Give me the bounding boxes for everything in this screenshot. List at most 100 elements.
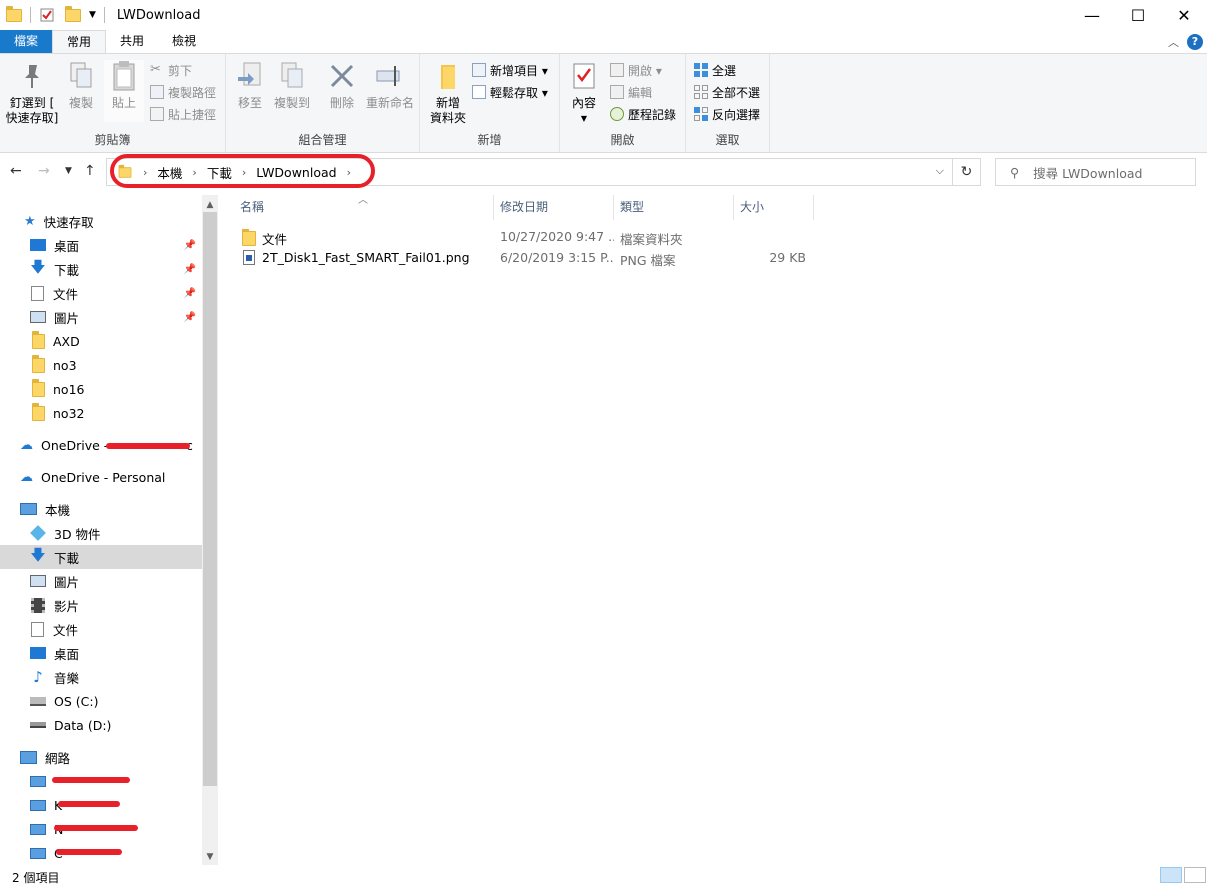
open-button[interactable]: 開啟 ▾ — [610, 60, 662, 80]
nav-pc-drive-d[interactable]: Data (D:) — [0, 713, 202, 737]
paste-shortcut-button[interactable]: 貼上捷徑 — [150, 104, 216, 124]
forward-arrow-icon[interactable]: → — [38, 163, 50, 179]
tab-home[interactable]: 常用 — [52, 30, 107, 53]
paste-shortcut-icon — [150, 107, 164, 121]
cut-button[interactable]: ✂ 剪下 — [150, 60, 192, 80]
nav-pc-pictures[interactable]: 圖片 — [0, 569, 202, 593]
nav-pc-3d-objects[interactable]: 3D 物件 — [0, 521, 202, 545]
help-icon[interactable]: ? — [1187, 34, 1203, 50]
properties-dropdown-icon[interactable]: ▼ — [566, 111, 602, 126]
select-none-button[interactable]: 全部不選 — [694, 82, 760, 102]
pin-quick-access-button[interactable]: 釘選到 [ 快速存取] — [4, 60, 60, 126]
network-icon — [20, 750, 37, 764]
history-label: 歷程記錄 — [628, 107, 677, 122]
nav-quick-no3[interactable]: no3 — [0, 353, 202, 377]
customize-toolbar-chevron-icon[interactable]: ▼ — [89, 10, 96, 20]
copy-path-button[interactable]: 複製路徑 — [150, 82, 216, 102]
properties-check-icon[interactable] — [39, 7, 55, 23]
nav-pc-desktop-label: 桌面 — [54, 646, 80, 662]
copy-icon — [66, 60, 96, 92]
paste-button[interactable]: 貼上 — [104, 60, 144, 122]
nav-quick-no16[interactable]: no16 — [0, 377, 202, 401]
nav-pc-videos[interactable]: 影片 — [0, 593, 202, 617]
up-arrow-icon[interactable]: ↑ — [84, 163, 96, 179]
nav-this-pc-label: 本機 — [45, 502, 71, 518]
close-button[interactable]: ✕ — [1161, 0, 1207, 30]
nav-pc-music[interactable]: ♪ 音樂 — [0, 665, 202, 689]
nav-quick-desktop[interactable]: 桌面 📌 — [0, 233, 202, 257]
cut-label: 剪下 — [168, 63, 193, 78]
large-icons-view-icon[interactable] — [1184, 867, 1206, 883]
nav-quick-axd[interactable]: AXD — [0, 329, 202, 353]
organize-group: 移至 複製到 刪除 重新命名 組合管理 — [226, 54, 420, 152]
file-row[interactable]: 文件 10/27/2020 9:47 ... 檔案資料夾 — [236, 226, 816, 248]
document-icon — [31, 621, 44, 637]
collapse-ribbon-chevron-icon[interactable]: ︿ — [1168, 34, 1179, 50]
column-header-size[interactable]: 大小 — [734, 195, 814, 220]
nav-onedrive-personal[interactable]: ☁ OneDrive - Personal — [0, 465, 202, 489]
scroll-up-icon[interactable]: ▲ — [202, 200, 218, 210]
properties-button[interactable]: 內容 ▼ — [566, 60, 602, 126]
details-view-icon[interactable] — [1160, 867, 1182, 883]
new-item-button[interactable]: 新增項目 ▾ — [472, 60, 548, 80]
nav-quick-no32[interactable]: no32 — [0, 401, 202, 425]
minimize-button[interactable]: — — [1069, 0, 1115, 30]
nav-pc-drive-c[interactable]: OS (C:) — [0, 689, 202, 713]
tab-share[interactable]: 共用 — [106, 30, 158, 53]
nav-pc-pictures-label: 圖片 — [54, 574, 80, 590]
ribbon-tabs: 檔案 常用 共用 檢視 ︿ ? — [0, 30, 1207, 53]
column-header-name[interactable]: 名稱 — [234, 195, 494, 220]
png-file-icon — [243, 250, 255, 265]
nav-quick-no3-label: no3 — [53, 357, 77, 373]
nav-pc-desktop[interactable]: 桌面 — [0, 641, 202, 665]
computer-icon — [30, 823, 46, 835]
navigation-bar: ← → ▼ ↑ › 本機 › 下載 › LWDownload › ⌵ ↻ ⚲ 搜… — [0, 153, 1207, 193]
column-header-date[interactable]: 修改日期 — [494, 195, 614, 220]
new-folder-button[interactable]: 新增 資料夾 — [426, 60, 470, 126]
delete-button[interactable]: 刪除 — [324, 60, 360, 111]
open-group: 內容 ▼ 開啟 ▾ 編輯 歷程記錄 開啟 — [560, 54, 686, 152]
nav-quick-documents[interactable]: 文件 📌 — [0, 281, 202, 305]
copy-to-button[interactable]: 複製到 — [272, 60, 312, 111]
select-all-icon — [694, 63, 708, 77]
easy-access-icon — [472, 85, 486, 99]
maximize-button[interactable]: ☐ — [1115, 0, 1161, 30]
edit-button[interactable]: 編輯 — [610, 82, 652, 102]
nav-scrollbar-thumb[interactable] — [203, 212, 217, 786]
search-box[interactable]: ⚲ 搜尋 LWDownload — [995, 158, 1196, 186]
rename-button[interactable]: 重新命名 — [364, 60, 416, 111]
rename-icon — [375, 60, 405, 92]
redaction-mark — [54, 825, 138, 831]
file-name: 2T_Disk1_Fast_SMART_Fail01.png — [262, 250, 470, 265]
pin-icon — [17, 60, 47, 92]
nav-quick-pictures[interactable]: 圖片 📌 — [0, 305, 202, 329]
tab-file[interactable]: 檔案 — [0, 30, 53, 53]
refresh-icon[interactable]: ↻ — [953, 158, 981, 186]
nav-pc-downloads[interactable]: 🡇 下載 — [0, 545, 202, 569]
easy-access-button[interactable]: 輕鬆存取 ▾ — [472, 82, 548, 102]
back-arrow-icon[interactable]: ← — [10, 163, 22, 179]
recent-locations-chevron-icon[interactable]: ▼ — [65, 166, 72, 176]
select-all-button[interactable]: 全選 — [694, 60, 736, 80]
new-folder-icon[interactable] — [65, 5, 81, 22]
copy-button[interactable]: 複製 — [62, 60, 100, 111]
music-note-icon: ♪ — [33, 668, 43, 686]
scroll-down-icon[interactable]: ▼ — [202, 852, 218, 862]
file-row[interactable]: 2T_Disk1_Fast_SMART_Fail01.png 6/20/2019… — [236, 247, 816, 269]
nav-network[interactable]: 網路 — [0, 745, 202, 769]
invert-selection-icon — [694, 107, 708, 121]
nav-pc-documents[interactable]: 文件 — [0, 617, 202, 641]
history-button[interactable]: 歷程記錄 — [610, 104, 676, 124]
nav-network-label: 網路 — [45, 750, 71, 766]
document-icon — [31, 285, 44, 301]
nav-quick-downloads[interactable]: 🡇 下載 📌 — [0, 257, 202, 281]
nav-quick-access[interactable]: ★ 快速存取 — [0, 209, 202, 233]
tab-view[interactable]: 檢視 — [158, 30, 210, 53]
move-to-button[interactable]: 移至 — [232, 60, 268, 111]
nav-this-pc[interactable]: 本機 — [0, 497, 202, 521]
invert-selection-button[interactable]: 反向選擇 — [694, 104, 760, 124]
nav-onedrive-personal-label: OneDrive - Personal — [41, 469, 166, 485]
address-dropdown-chevron-icon[interactable]: ⌵ — [936, 164, 944, 178]
select-none-icon — [694, 85, 708, 99]
column-header-type[interactable]: 類型 — [614, 195, 734, 220]
